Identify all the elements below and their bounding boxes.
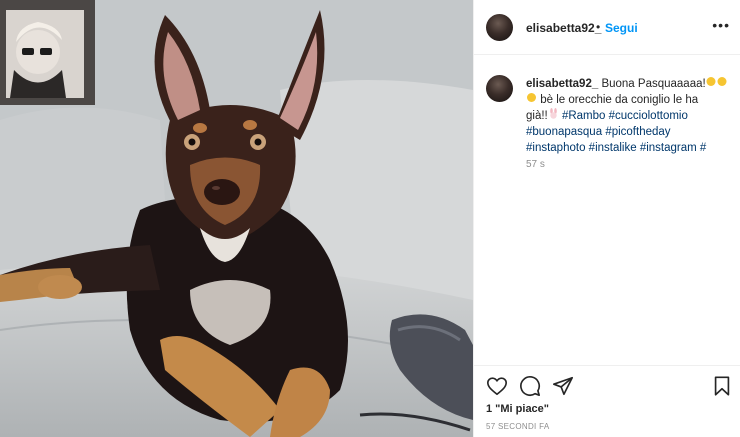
caption-line-2: bè le orecchie da coniglio le ha — [540, 94, 699, 106]
action-bar — [474, 365, 740, 403]
caption-avatar[interactable] — [486, 75, 513, 102]
likes-count[interactable]: 1 "Mi piace" — [486, 403, 549, 415]
header-username[interactable]: elisabetta92_ — [526, 21, 601, 35]
hashtag-link[interactable]: #instaphoto — [526, 142, 585, 154]
caption-line-3: già!! — [526, 110, 548, 122]
caption-timestamp: 57 s — [526, 159, 545, 170]
clapping-hands-emoji-icon — [526, 92, 537, 108]
hashtag-link[interactable]: # — [700, 142, 706, 154]
avatar[interactable] — [486, 14, 513, 41]
hashtag-link[interactable]: #cucciolottomio — [609, 110, 688, 122]
caption-line-1: Buona Pasquaaaaa! — [601, 78, 706, 90]
instagram-post: elisabetta92_ • Segui ••• elisabetta92_ … — [0, 0, 740, 437]
share-icon[interactable] — [552, 375, 574, 397]
rabbit-emoji-icon — [548, 108, 559, 124]
caption-username[interactable]: elisabetta92_ — [526, 78, 598, 90]
bookmark-icon[interactable] — [711, 375, 733, 397]
follow-button[interactable]: Segui — [605, 21, 638, 35]
post-sidebar: elisabetta92_ • Segui ••• elisabetta92_ … — [473, 0, 740, 437]
post-timestamp[interactable]: 57 SECONDI FA — [486, 422, 549, 431]
post-photo[interactable] — [0, 0, 473, 437]
hashtag-link[interactable]: #Rambo — [562, 110, 605, 122]
post-caption: elisabetta92_ Buona Pasquaaaaa! bè le or… — [526, 76, 731, 156]
clapping-hands-emoji-icon — [706, 76, 728, 92]
separator-dot: • — [596, 20, 601, 34]
heart-icon[interactable] — [486, 375, 508, 397]
comment-icon[interactable] — [519, 375, 541, 397]
hashtag-link[interactable]: #buonapasqua — [526, 126, 602, 138]
more-options-icon[interactable]: ••• — [712, 17, 730, 33]
dog-photo-illustration — [0, 0, 473, 437]
hashtag-link[interactable]: #picoftheday — [605, 126, 670, 138]
hashtag-link[interactable]: #instalike — [589, 142, 637, 154]
hashtag-link[interactable]: #instagram — [640, 142, 697, 154]
post-header: elisabetta92_ • Segui ••• — [474, 0, 740, 55]
